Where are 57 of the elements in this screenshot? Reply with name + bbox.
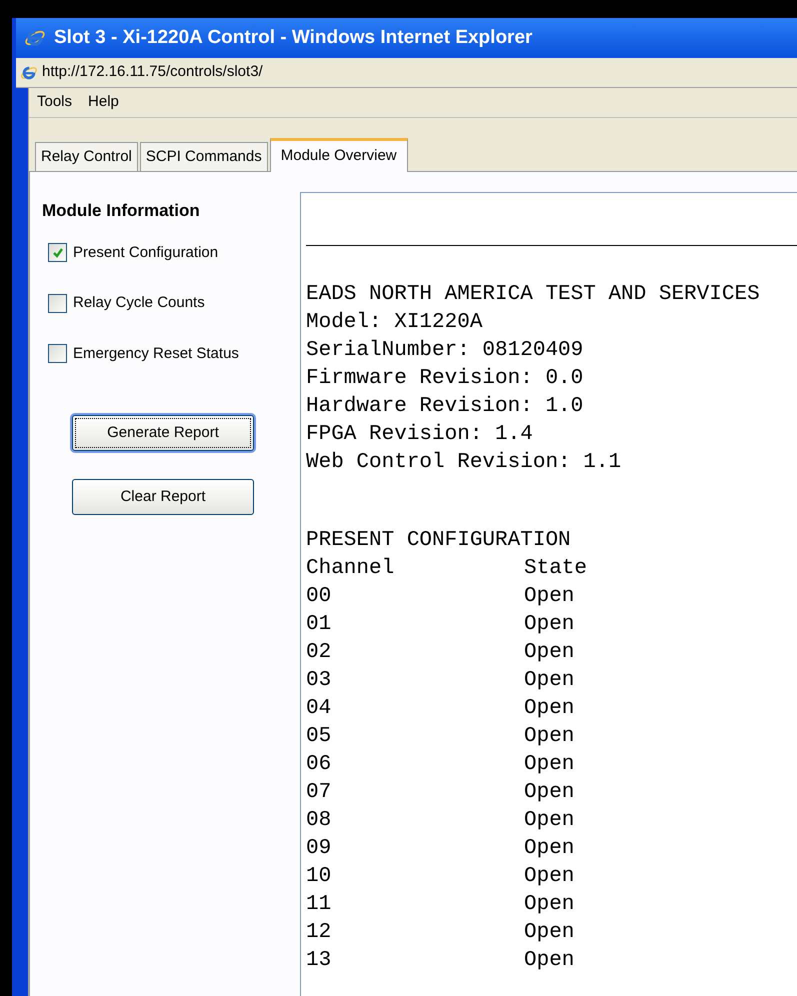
report-line: SerialNumber: 08120409: [306, 338, 584, 364]
channel-number: 12: [306, 920, 332, 946]
channel-number: 00: [306, 584, 332, 610]
channel-number: 08: [306, 808, 332, 834]
channel-number: 03: [306, 668, 332, 694]
address-bar[interactable]: http://172.16.11.75/controls/slot3/: [16, 58, 797, 88]
channel-state: Open: [524, 892, 574, 918]
channel-state: Open: [524, 808, 574, 834]
checkbox[interactable]: [48, 294, 67, 313]
report-button[interactable]: Generate Report: [72, 415, 254, 451]
url-text: http://172.16.11.75/controls/slot3/: [42, 62, 263, 82]
tab[interactable]: Module Overview: [270, 138, 408, 172]
report-line: EADS NORTH AMERICA TEST AND SERVICES: [306, 282, 761, 308]
channel-number: 06: [306, 752, 332, 778]
report-line: Firmware Revision: 0.0: [306, 366, 584, 392]
channel-state: Open: [524, 584, 574, 610]
menu-item[interactable]: Tools: [37, 91, 72, 114]
channel-number: 05: [306, 724, 332, 750]
checkbox-label: Emergency Reset Status: [73, 344, 239, 364]
channel-state: Open: [524, 696, 574, 722]
channel-number: 09: [306, 836, 332, 862]
tab[interactable]: SCPI Commands: [140, 142, 268, 171]
channel-number: 02: [306, 640, 332, 666]
channel-number: 04: [306, 696, 332, 722]
column-header: Channel: [306, 556, 396, 582]
report-button[interactable]: Clear Report: [72, 479, 254, 515]
report-line: Model: XI1220A: [306, 310, 484, 336]
tab[interactable]: Relay Control: [35, 142, 138, 171]
section-title: Module Information: [42, 200, 201, 222]
channel-number: 10: [306, 864, 332, 890]
channel-number: 13: [306, 948, 332, 974]
channel-state: Open: [524, 640, 574, 666]
channel-state: Open: [524, 920, 574, 946]
check-icon: [52, 246, 64, 259]
channel-state: Open: [524, 864, 574, 890]
checkbox[interactable]: [48, 344, 67, 364]
channel-state: Open: [524, 836, 574, 862]
report-line: Hardware Revision: 1.0: [306, 394, 584, 420]
channel-number: 11: [306, 892, 332, 918]
report-line: Web Control Revision: 1.1: [306, 450, 622, 476]
channel-state: Open: [524, 668, 574, 694]
channel-number: 01: [306, 612, 332, 638]
browser-icon: [20, 64, 38, 82]
menu-item[interactable]: Help: [88, 91, 119, 114]
checkbox-label: Present Configuration: [73, 242, 218, 262]
report-heading: PRESENT CONFIGURATION: [306, 528, 572, 554]
channel-state: Open: [524, 948, 574, 974]
checkbox[interactable]: [48, 243, 67, 262]
report-line: FPGA Revision: 1.4: [306, 422, 534, 448]
window-title: Slot 3 - Xi-1220A Control - Windows Internet Explorer: [54, 26, 532, 50]
channel-state: Open: [524, 724, 574, 750]
checkbox-label: Relay Cycle Counts: [73, 293, 205, 313]
channel-number: 07: [306, 780, 332, 806]
channel-state: Open: [524, 780, 574, 806]
channel-state: Open: [524, 612, 574, 638]
column-header: State: [524, 556, 588, 582]
channel-state: Open: [524, 752, 574, 778]
